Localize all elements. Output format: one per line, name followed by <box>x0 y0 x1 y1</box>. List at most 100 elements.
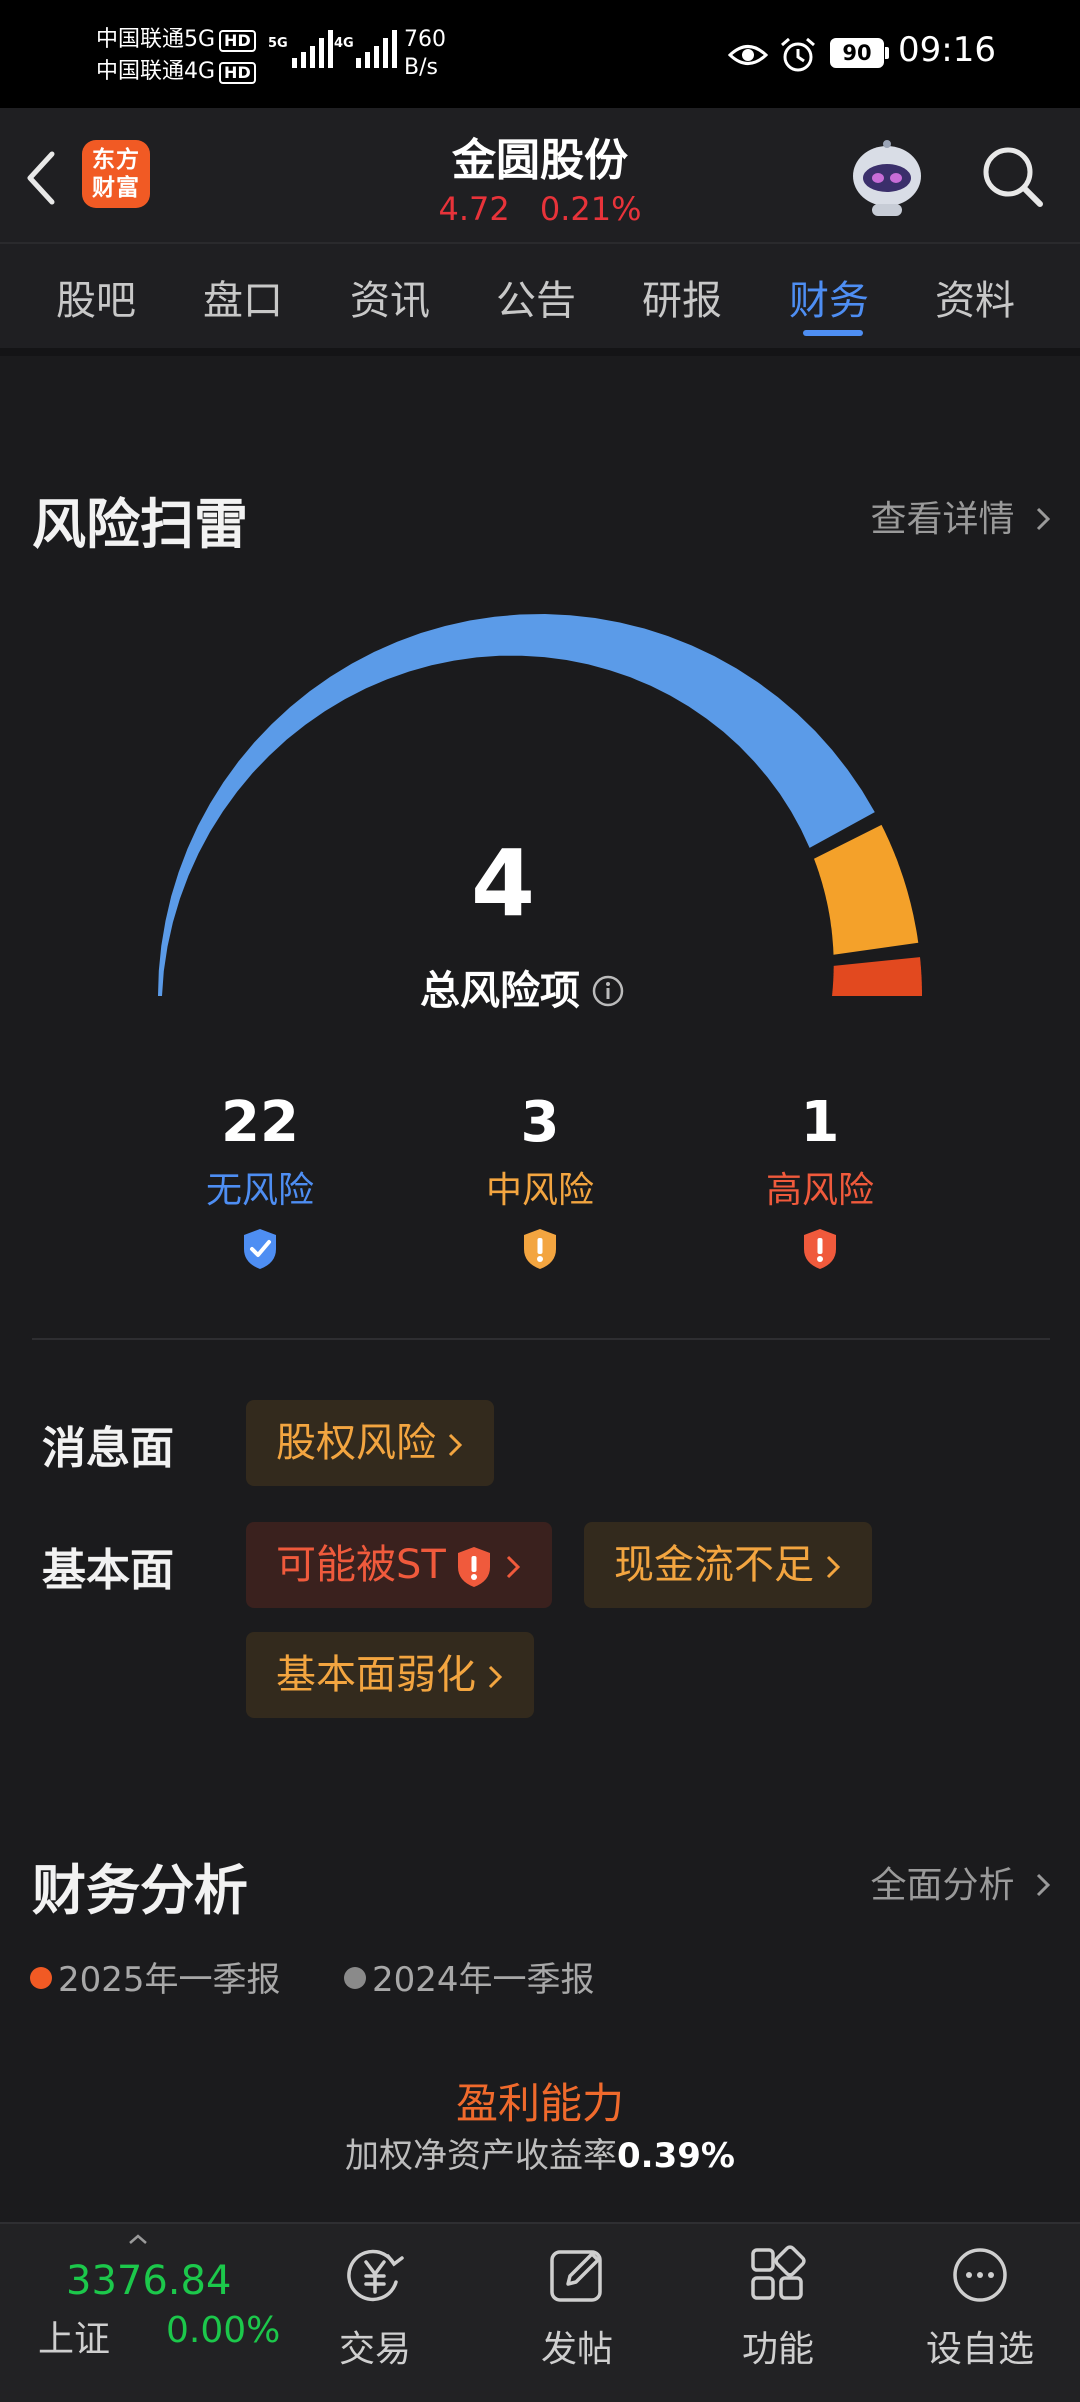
tab-bar: 股吧 盘口 资讯 公告 研报 财务 资料 <box>0 244 1080 356</box>
risk-gauge <box>158 614 922 996</box>
stat-no-risk-label: 无风险 <box>205 1170 314 1211</box>
shield-alert-icon <box>457 1547 490 1587</box>
legend-dot-2025 <box>30 1967 52 1989</box>
robot-assistant-icon[interactable] <box>844 136 930 222</box>
stat-no-risk-count: 22 <box>221 1090 299 1155</box>
stat-medium-risk: 3 中风险 <box>430 1090 650 1271</box>
tag-fundamental-weak[interactable]: 基本面弱化 <box>246 1632 534 1718</box>
clock: 09:16 <box>898 30 996 70</box>
stat-high-risk-count: 1 <box>800 1090 840 1155</box>
signal-4g-icon <box>356 30 397 68</box>
tag-cash-flow-label: 现金流不足 <box>614 1542 814 1588</box>
carrier-info: 中国联通5G HD 中国联通4G HD <box>96 24 256 88</box>
signal-4g-label: 4G <box>334 36 354 51</box>
network-speed-unit: B/s <box>404 55 438 80</box>
hd-badge: HD <box>219 30 256 52</box>
more-dots-icon <box>953 2248 1007 2302</box>
battery-icon: 90 <box>830 38 884 68</box>
stat-medium-risk-label: 中风险 <box>485 1170 594 1211</box>
trade-yuan-icon <box>347 2249 404 2302</box>
chevron-right-icon <box>448 1433 463 1457</box>
legend-2024q1[interactable]: 2024年一季报 <box>344 1952 595 2001</box>
chevron-right-icon <box>826 1555 841 1579</box>
tag-equity-risk-label: 股权风险 <box>276 1420 436 1466</box>
profit-metric-value: 0.39% <box>617 2136 735 2176</box>
tab-active-indicator <box>803 330 863 336</box>
stat-high-risk: 1 高风险 <box>710 1090 930 1271</box>
profit-metric: 加权净资产收益率0.39% <box>0 2128 1080 2177</box>
stat-no-risk: 22 无风险 <box>150 1090 370 1271</box>
finance-section-title: 财务分析 <box>32 1859 248 1922</box>
chevron-right-icon <box>506 1555 520 1579</box>
hd-badge: HD <box>219 62 256 84</box>
shield-alert-icon <box>804 1229 836 1269</box>
index-name[interactable]: 上证 <box>38 2310 110 2362</box>
tag-possible-st[interactable]: 可能被ST <box>246 1522 552 1608</box>
eye-comfort-icon <box>728 45 768 65</box>
tab-profile[interactable]: 资料 <box>935 268 1015 326</box>
stat-medium-risk-count: 3 <box>520 1090 560 1155</box>
grid-apps-icon <box>751 2245 806 2300</box>
status-bar: 中国联通5G HD 中国联通4G HD 5G 4G 760 B/s 90 09:16 <box>0 0 1080 108</box>
shield-warning-icon <box>524 1229 556 1269</box>
legend-2025q1[interactable]: 2025年一季报 <box>30 1952 281 2001</box>
carrier-2: 中国联通4G <box>96 59 216 84</box>
stock-price: 4.72 <box>438 190 510 228</box>
tab-guba[interactable]: 股吧 <box>56 268 136 326</box>
risk-detail-link[interactable]: 查看详情 <box>871 490 1052 542</box>
network-speed: 760 B/s <box>404 26 446 82</box>
chevron-right-icon <box>1036 507 1051 531</box>
nav-functions[interactable]: 功能 <box>708 2244 848 2372</box>
tab-research[interactable]: 研报 <box>642 268 722 326</box>
carrier-1: 中国联通5G <box>96 27 216 52</box>
index-change[interactable]: 0.00% <box>166 2310 280 2351</box>
nav-trade[interactable]: 交易 <box>305 2244 445 2372</box>
nav-functions-label: 功能 <box>741 2329 814 2370</box>
info-icon[interactable] <box>591 974 625 1008</box>
tag-equity-risk[interactable]: 股权风险 <box>246 1400 494 1486</box>
fundamental-risk-label: 基本面 <box>42 1545 174 1596</box>
index-value[interactable]: 3376.84 <box>66 2258 231 2304</box>
signal-5g-label: 5G <box>268 36 288 51</box>
risk-section-title: 风险扫雷 <box>32 493 248 556</box>
tag-fundamental-weak-label: 基本面弱化 <box>276 1652 476 1698</box>
stock-header: 东方 财富 金圆股份 4.72 0.21% <box>0 108 1080 244</box>
signal-5g-icon <box>292 30 333 68</box>
legend-dot-2024 <box>344 1967 366 1989</box>
nav-post[interactable]: 发帖 <box>507 2244 647 2372</box>
bottom-bar: 3376.84 上证 0.00% 交易 发帖 功能 设自选 <box>0 2222 1080 2402</box>
search-icon[interactable] <box>978 142 1048 212</box>
section-divider <box>32 1338 1050 1340</box>
news-risk-label: 消息面 <box>42 1423 174 1474</box>
legend-2024-label: 2024年一季报 <box>372 1960 595 2000</box>
tab-pankou[interactable]: 盘口 <box>203 268 283 326</box>
caret-up-icon[interactable] <box>128 2234 148 2244</box>
alarm-icon <box>781 37 815 72</box>
legend-2025-label: 2025年一季报 <box>58 1960 281 2000</box>
shield-check-icon <box>244 1229 276 1269</box>
tab-news[interactable]: 资讯 <box>350 268 430 326</box>
finance-full-link[interactable]: 全面分析 <box>871 1856 1052 1908</box>
battery-tip <box>885 47 889 59</box>
chevron-right-icon <box>488 1665 503 1689</box>
stat-high-risk-label: 高风险 <box>765 1170 874 1211</box>
risk-detail-label: 查看详情 <box>870 499 1015 540</box>
gauge-segment-none <box>158 614 875 996</box>
compose-icon <box>550 2250 602 2302</box>
nav-add-watchlist-label: 设自选 <box>925 2329 1034 2370</box>
profit-metric-label: 加权净资产收益率 <box>345 2136 618 2176</box>
nav-post-label: 发帖 <box>540 2329 613 2370</box>
tag-possible-st-label: 可能被ST <box>276 1542 446 1588</box>
nav-trade-label: 交易 <box>338 2329 411 2370</box>
profit-ability-title: 盈利能力 <box>455 2079 624 2128</box>
finance-full-label: 全面分析 <box>870 1865 1015 1906</box>
tab-finance[interactable]: 财务 <box>789 268 869 326</box>
network-speed-value: 760 <box>404 27 446 52</box>
total-risk-count: 4 <box>470 830 535 937</box>
nav-add-watchlist[interactable]: 设自选 <box>910 2244 1050 2372</box>
tag-cash-flow[interactable]: 现金流不足 <box>584 1522 872 1608</box>
tab-announcements[interactable]: 公告 <box>496 268 576 326</box>
gauge-segment-high <box>832 957 922 996</box>
stock-change-pct: 0.21% <box>539 190 642 228</box>
chevron-right-icon <box>1036 1873 1051 1897</box>
